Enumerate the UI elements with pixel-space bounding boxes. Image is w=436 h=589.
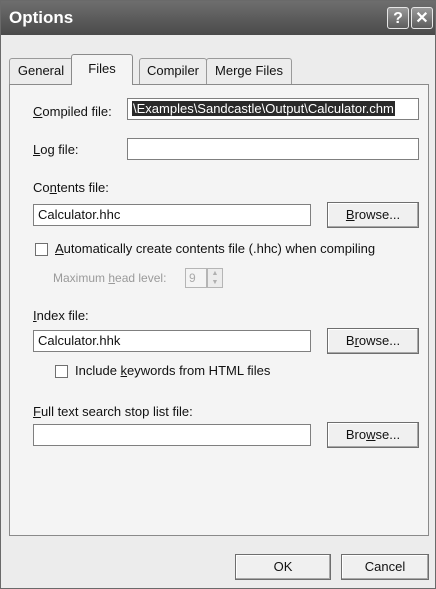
stop-list-label: Full text search stop list file:: [33, 404, 193, 419]
auto-create-checkbox[interactable]: [35, 243, 48, 256]
cancel-button[interactable]: Cancel: [341, 554, 429, 580]
include-keywords-label: Include keywords from HTML files: [75, 363, 271, 378]
compiled-file-field[interactable]: \Examples\Sandcastle\Output\Calculator.c…: [127, 98, 419, 120]
options-dialog: Options ? ✕ General Files Compiler Merge…: [0, 0, 436, 589]
index-browse-button[interactable]: Browse...: [327, 328, 419, 354]
spin-up-icon[interactable]: ▲: [208, 269, 222, 278]
close-icon[interactable]: ✕: [411, 7, 433, 29]
contents-browse-button[interactable]: Browse...: [327, 202, 419, 228]
auto-create-label: Automatically create contents file (.hhc…: [55, 241, 376, 256]
include-keywords-checkbox[interactable]: [55, 365, 68, 378]
log-file-field[interactable]: [127, 138, 419, 160]
stop-list-field[interactable]: [33, 424, 311, 446]
spin-down-icon[interactable]: ▼: [208, 278, 222, 287]
max-head-level-field[interactable]: 9: [185, 268, 207, 288]
help-icon[interactable]: ?: [387, 7, 409, 29]
max-head-level-label: Maximum head level:: [53, 271, 167, 285]
stop-list-browse-button[interactable]: Browse...: [327, 422, 419, 448]
ok-button[interactable]: OK: [235, 554, 331, 580]
index-file-field[interactable]: Calculator.hhk: [33, 330, 311, 352]
contents-file-field[interactable]: Calculator.hhc: [33, 204, 311, 226]
index-file-label: Index file:: [33, 308, 89, 323]
tab-files[interactable]: Files: [71, 54, 133, 85]
log-file-label: Log file:: [33, 142, 79, 157]
title-bar[interactable]: Options ? ✕: [1, 1, 435, 35]
window-title: Options: [9, 8, 74, 27]
max-head-level-spinner[interactable]: ▲ ▼: [207, 268, 223, 288]
tab-general[interactable]: General: [9, 58, 73, 84]
compiled-file-label: Compiled file:: [33, 104, 112, 119]
tab-merge-files[interactable]: Merge Files: [206, 58, 292, 84]
contents-file-label: Contents file:: [33, 180, 109, 195]
tab-compiler[interactable]: Compiler: [139, 58, 207, 84]
